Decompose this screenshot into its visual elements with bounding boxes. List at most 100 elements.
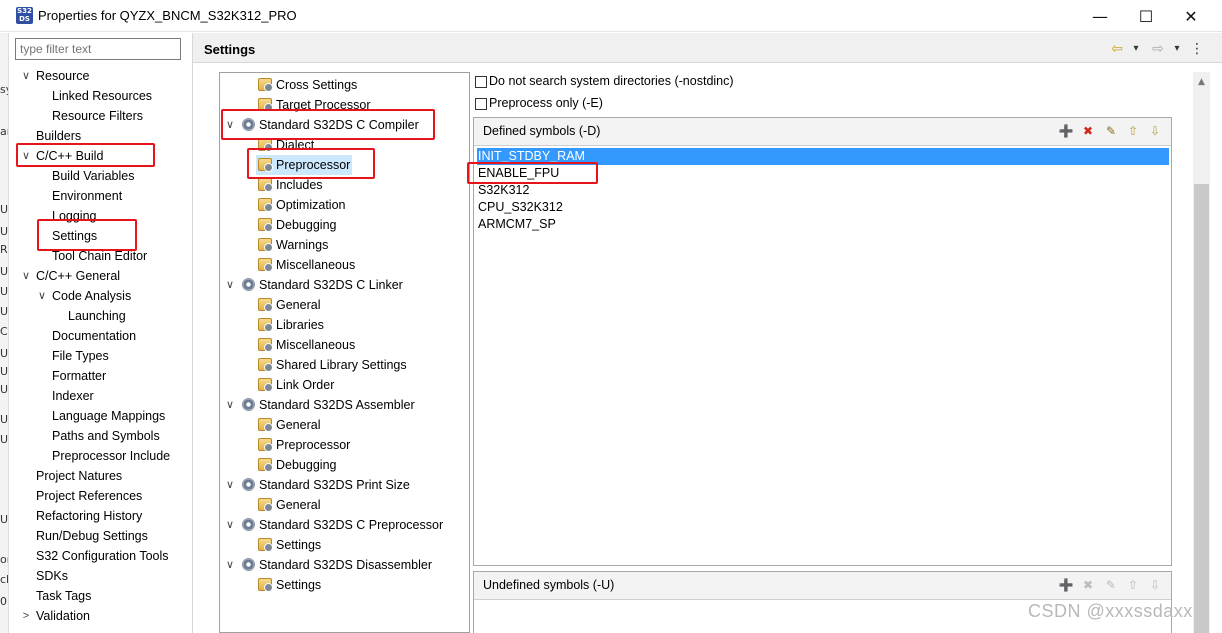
- nav-item-label: Language Mappings: [52, 409, 166, 423]
- chevron-down-icon[interactable]: ∨: [224, 475, 236, 495]
- nav-item-label: Linked Resources: [52, 89, 153, 103]
- nav-item[interactable]: Project References: [10, 486, 192, 506]
- nav-item[interactable]: Linked Resources: [10, 86, 192, 106]
- nav-item[interactable]: Formatter: [10, 366, 192, 386]
- nav-item[interactable]: > Validation: [10, 606, 192, 626]
- tool-tree-label: Miscellaneous: [276, 258, 356, 272]
- nav-item-label: Project Natures: [36, 469, 123, 483]
- chevron-down-icon[interactable]: ∨: [20, 266, 32, 286]
- background-text-fragment: ar: [0, 125, 8, 138]
- tool-tree-label: General: [276, 298, 321, 312]
- tool-tree-label: Debugging: [276, 458, 337, 472]
- annotation-box-settings: [37, 219, 137, 251]
- move-down-icon[interactable]: ⇩: [1147, 123, 1163, 139]
- chevron-right-icon[interactable]: >: [20, 606, 32, 626]
- forward-dropdown-icon[interactable]: ▾: [1171, 40, 1183, 58]
- nav-item[interactable]: Refactoring History: [10, 506, 192, 526]
- annotation-box-preprocessor: [247, 148, 375, 179]
- nav-item[interactable]: SDKs: [10, 566, 192, 586]
- tool-tree-label: Standard S32DS C Preprocessor: [259, 518, 444, 532]
- delete-icon[interactable]: ✖: [1080, 123, 1096, 139]
- nav-item-label: Build Variables: [52, 169, 135, 183]
- nav-item-label: Documentation: [52, 329, 137, 343]
- symbol-list-item[interactable]: CPU_S32K312: [477, 199, 563, 216]
- maximize-button[interactable]: ☐: [1123, 0, 1169, 32]
- background-text-fragment: R: [0, 243, 8, 256]
- watermark: CSDN @xxxssdaxx: [1028, 601, 1193, 621]
- settings-folder-icon: [258, 78, 273, 92]
- defined-symbols-title: Defined symbols (-D): [483, 124, 601, 138]
- nav-item[interactable]: Launching: [10, 306, 192, 326]
- nav-item-label: C/C++ General: [36, 269, 121, 283]
- preprocess-only-checkbox[interactable]: [475, 98, 487, 110]
- nav-item[interactable]: Language Mappings: [10, 406, 192, 426]
- back-dropdown-icon[interactable]: ▾: [1130, 40, 1142, 58]
- close-button[interactable]: ✕: [1168, 0, 1214, 32]
- nav-item[interactable]: Resource Filters: [10, 106, 192, 126]
- move-up-icon[interactable]: ⇧: [1125, 123, 1141, 139]
- settings-folder-icon: [258, 578, 273, 592]
- background-text-fragment: U: [0, 265, 9, 278]
- scrollbar-thumb[interactable]: [1194, 184, 1209, 633]
- nav-item[interactable]: Paths and Symbols: [10, 426, 192, 446]
- nav-item[interactable]: ∨ Code Analysis: [10, 286, 192, 306]
- tool-tree-label: Shared Library Settings: [276, 358, 407, 372]
- chevron-down-icon[interactable]: ∨: [224, 555, 236, 575]
- chevron-down-icon[interactable]: ∨: [224, 395, 236, 415]
- settings-folder-icon: [258, 198, 273, 212]
- chevron-down-icon[interactable]: ∨: [224, 515, 236, 535]
- nav-item[interactable]: Preprocessor Include: [10, 446, 192, 466]
- tool-tree-label: Standard S32DS C Linker: [259, 278, 403, 292]
- minimize-button[interactable]: —: [1077, 0, 1123, 32]
- background-text-fragment: U: [0, 383, 9, 396]
- forward-arrow-icon[interactable]: ⇨: [1149, 40, 1167, 58]
- background-text-fragment: U: [0, 365, 9, 378]
- nav-item-label: Resource Filters: [52, 109, 143, 123]
- delete-icon[interactable]: ✖: [1080, 577, 1096, 593]
- add-icon[interactable]: ➕: [1058, 123, 1074, 139]
- nav-item[interactable]: Run/Debug Settings: [10, 526, 192, 546]
- nav-item[interactable]: ∨ C/C++ General: [10, 266, 192, 286]
- nav-item[interactable]: Indexer: [10, 386, 192, 406]
- nostdinc-checkbox[interactable]: [475, 76, 487, 88]
- nav-item[interactable]: Documentation: [10, 326, 192, 346]
- settings-folder-icon: [258, 238, 273, 252]
- tool-tree-label: Libraries: [276, 318, 324, 332]
- tool-tree-label: Settings: [276, 538, 322, 552]
- chevron-down-icon[interactable]: ∨: [224, 275, 236, 295]
- move-up-icon[interactable]: ⇧: [1125, 577, 1141, 593]
- nav-item[interactable]: S32 Configuration Tools: [10, 546, 192, 566]
- add-icon[interactable]: ➕: [1058, 577, 1074, 593]
- tool-tree-label: General: [276, 418, 321, 432]
- move-down-icon[interactable]: ⇩: [1147, 577, 1163, 593]
- nav-item[interactable]: Task Tags: [10, 586, 192, 606]
- tool-gear-icon: [242, 478, 255, 491]
- settings-folder-icon: [258, 218, 273, 232]
- nav-item[interactable]: Project Natures: [10, 466, 192, 486]
- nav-item[interactable]: File Types: [10, 346, 192, 366]
- nav-item[interactable]: Environment: [10, 186, 192, 206]
- chevron-down-icon[interactable]: ∨: [20, 66, 32, 86]
- edit-icon[interactable]: ✎: [1103, 123, 1119, 139]
- nav-item-label: Project References: [36, 489, 143, 503]
- nav-item-label: Launching: [68, 309, 126, 323]
- background-text-fragment: U: [0, 285, 9, 298]
- back-arrow-icon[interactable]: ⇦: [1108, 40, 1126, 58]
- nav-item[interactable]: Build Variables: [10, 166, 192, 186]
- nav-item-label: Task Tags: [36, 589, 92, 603]
- tool-gear-icon: [242, 278, 255, 291]
- nostdinc-label: Do not search system directories (-nostd…: [489, 74, 734, 88]
- pane-divider[interactable]: [192, 33, 193, 633]
- scroll-up-icon[interactable]: ▲: [1193, 74, 1210, 90]
- edit-icon[interactable]: ✎: [1103, 577, 1119, 593]
- nav-item-label: Refactoring History: [36, 509, 143, 523]
- chevron-down-icon[interactable]: ∨: [36, 286, 48, 306]
- settings-folder-icon: [258, 438, 273, 452]
- filter-input[interactable]: [15, 38, 181, 60]
- settings-folder-icon: [258, 358, 273, 372]
- symbol-list-item[interactable]: S32K312: [477, 182, 529, 199]
- settings-folder-icon: [258, 178, 273, 192]
- symbol-list-item[interactable]: ARMCM7_SP: [477, 216, 556, 233]
- nav-item[interactable]: ∨ Resource: [10, 66, 192, 86]
- view-menu-icon[interactable]: ⋮: [1190, 40, 1204, 58]
